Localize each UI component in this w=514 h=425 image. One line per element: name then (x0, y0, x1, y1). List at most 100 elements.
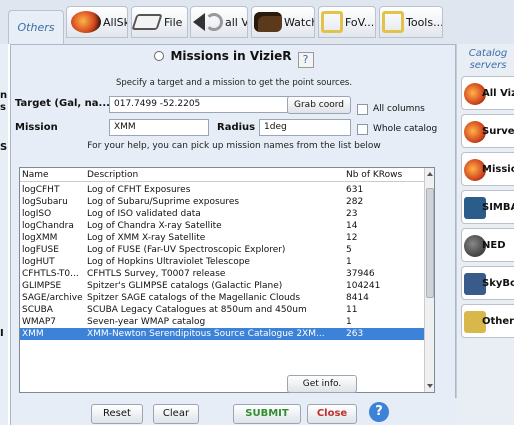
cell-description: Spitzer SAGE catalogs of the Magellanic … (87, 293, 301, 303)
server-others-button[interactable]: Others.. (461, 304, 514, 338)
cell-description: Spitzer's GLIMPSE catalogs (Galactic Pla… (87, 281, 283, 291)
server-all-vizier-button[interactable]: All VizieR (461, 76, 514, 110)
table-row[interactable]: logHUT Log of Hopkins Ultraviolet Telesco… (20, 256, 424, 268)
catalog-servers-panel: Catalog servers All VizieR Surveys Missi… (456, 44, 514, 425)
tab-watch[interactable]: Watch (251, 6, 315, 38)
cell-name: logISO (22, 209, 52, 219)
table-row[interactable]: logChandra Log of Chandra X-ray Satellite… (20, 220, 424, 232)
sky-icon (71, 11, 101, 33)
table-row[interactable]: SCUBA SCUBA Legacy Catalogues at 850um an… (20, 304, 424, 316)
column-header-description[interactable]: Description (87, 168, 342, 182)
help-button[interactable]: ? (297, 52, 314, 68)
tab-file-label: File (164, 15, 183, 29)
server-surveys-button[interactable]: Surveys (461, 114, 514, 148)
table-row[interactable]: WMAP7 Seven-year WMAP catalog 1 (20, 316, 424, 328)
cell-nb-krows: 631 (346, 185, 364, 195)
close-button[interactable]: Close (307, 404, 357, 424)
tab-tools-label: Tools... (406, 15, 443, 29)
get-info-button[interactable]: Get info. (287, 375, 357, 393)
tab-all-vo[interactable]: all VO (190, 6, 248, 38)
column-header-name[interactable]: Name (22, 168, 84, 182)
binoculars-icon (254, 12, 282, 32)
tab-fov-label: FoV... (345, 15, 375, 29)
cell-name: WMAP7 (22, 317, 56, 327)
whole-catalog-checkbox[interactable] (357, 124, 368, 135)
cell-nb-krows: 14 (346, 221, 358, 231)
submit-button[interactable]: SUBMIT (233, 404, 301, 424)
whole-catalog-label: Whole catalog (373, 124, 438, 134)
left-panel-edge: n s S I (0, 44, 8, 425)
table-row[interactable]: GLIMPSE Spitzer's GLIMPSE catalogs (Galac… (20, 280, 424, 292)
cell-nb-krows: 11 (346, 305, 358, 315)
table-row[interactable]: SAGE/archive Spitzer SAGE catalogs of the… (20, 292, 424, 304)
cell-name: CFHTLS-T0... (22, 269, 79, 279)
cell-description: SCUBA Legacy Catalogues at 850um and 450… (87, 305, 307, 315)
server-skybot-button[interactable]: SkyBot (461, 266, 514, 300)
missions-dialog: Missions in VizieR? Specify a target and… (10, 44, 457, 425)
vertical-scrollbar[interactable] (424, 168, 434, 392)
server-simbad-button[interactable]: SIMBAD (461, 190, 514, 224)
cell-name: logCFHT (22, 185, 60, 195)
table-row[interactable]: XMM XMM-Newton Serendipitous Source Catal… (20, 328, 424, 340)
server-ned-button[interactable]: NED (461, 228, 514, 262)
all-columns-checkbox[interactable] (357, 104, 368, 115)
server-others-label: Others.. (482, 316, 514, 327)
table-row[interactable]: logCFHT Log of CFHT Exposures 631 (20, 184, 424, 196)
scroll-up-icon[interactable] (427, 172, 433, 176)
table-header: Name Description Nb of KRows (20, 168, 424, 182)
left-cut-label: S (0, 142, 8, 153)
missions-table: Name Description Nb of KRows logCFHT Log … (19, 167, 435, 393)
tab-allsky[interactable]: AllSky (66, 6, 128, 38)
fov-icon (321, 11, 343, 33)
left-cut-label: s (0, 102, 6, 113)
mission-input[interactable]: XMM (109, 119, 209, 136)
all-columns-label: All columns (373, 104, 425, 114)
catalog-servers-label: Catalog servers (468, 48, 508, 71)
table-row[interactable]: logISO Log of ISO validated data 23 (20, 208, 424, 220)
cell-name: logChandra (22, 221, 74, 231)
cell-name: XMM (22, 329, 44, 339)
clear-button[interactable]: Clear (153, 404, 199, 424)
help-circle-icon[interactable]: ? (369, 402, 389, 422)
scroll-down-icon[interactable] (427, 384, 433, 388)
server-simbad-label: SIMBAD (482, 202, 514, 213)
cell-description: Seven-year WMAP catalog (87, 317, 206, 327)
cell-nb-krows: 1 (346, 317, 352, 327)
cell-name: SAGE/archive (22, 293, 83, 303)
table-row[interactable]: logSubaru Log of Subaru/Suprime exposures… (20, 196, 424, 208)
vo-icon (205, 13, 223, 31)
server-skybot-label: SkyBot (482, 278, 514, 289)
dialog-title-bar: Missions in VizieR? (11, 45, 457, 68)
cell-description: CFHTLS Survey, T0007 release (87, 269, 226, 279)
tab-file[interactable]: File (131, 6, 188, 38)
tab-others[interactable]: Others (8, 10, 64, 44)
tab-tools[interactable]: Tools... (379, 6, 443, 38)
dialog-subtitle: Specify a target and a mission to get th… (115, 78, 353, 88)
target-input[interactable]: 017.7499 -52.2205 (109, 96, 289, 113)
table-row[interactable]: CFHTLS-T0... CFHTLS Survey, T0007 release… (20, 268, 424, 280)
hint-text: For your help, you can pick up mission n… (87, 141, 381, 151)
cell-nb-krows: 282 (346, 197, 364, 207)
table-row[interactable]: logXMM Log of XMM X-ray Satellite 12 (20, 232, 424, 244)
cell-description: XMM-Newton Serendipitous Source Catalogu… (87, 329, 325, 339)
server-missions-button[interactable]: Missions (461, 152, 514, 186)
scrollbar-thumb[interactable] (426, 188, 434, 298)
cell-name: SCUBA (22, 305, 53, 315)
server-all-vizier-label: All VizieR (482, 88, 514, 99)
cell-nb-krows: 23 (346, 209, 358, 219)
reset-button[interactable]: Reset (91, 404, 143, 424)
cell-description: Log of ISO validated data (87, 209, 201, 219)
cell-nb-krows: 1 (346, 257, 352, 267)
cell-nb-krows: 263 (346, 329, 364, 339)
table-row[interactable]: logFUSE Log of FUSE (Far-UV Spectroscopic… (20, 244, 424, 256)
grab-coord-button[interactable]: Grab coord (287, 96, 351, 114)
dialog-button-bar: Reset Clear SUBMIT Close ? (11, 398, 457, 425)
column-header-nb-krows[interactable]: Nb of KRows (346, 168, 422, 182)
radius-input[interactable]: 1deg (259, 119, 351, 136)
server-surveys-label: Surveys (482, 126, 514, 137)
tab-fov[interactable]: FoV... (318, 6, 376, 38)
mission-label: Mission (15, 122, 58, 133)
tab-watch-label: Watch (284, 15, 315, 29)
cell-description: Log of FUSE (Far-UV Spectroscopic Explor… (87, 245, 286, 255)
mode-radio[interactable] (154, 51, 165, 61)
